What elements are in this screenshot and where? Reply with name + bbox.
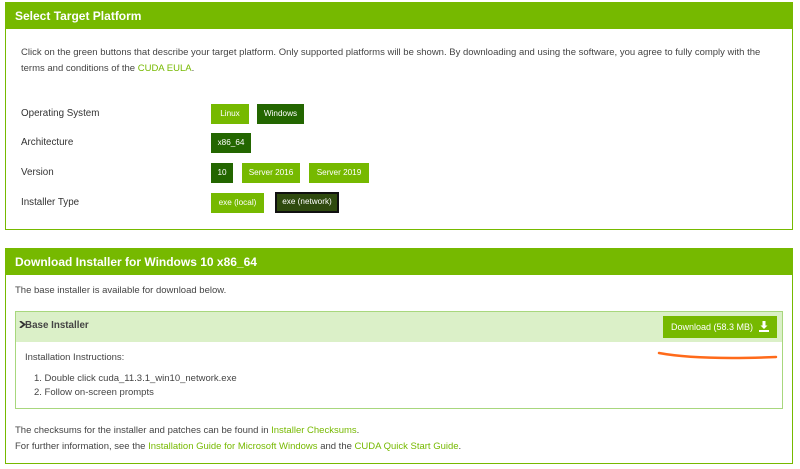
select-target-platform-panel: Select Target Platform Click on the gree… <box>5 2 793 230</box>
base-installer-header[interactable]: Base Installer Download (58.3 MB) <box>16 312 782 342</box>
instruction-list: 1. Double click cuda_11.3.1_win10_networ… <box>34 372 237 400</box>
instruction-step: 1. Double click cuda_11.3.1_win10_networ… <box>34 373 237 384</box>
platform-intro: Click on the green buttons that describe… <box>21 47 761 74</box>
version-label: Version <box>21 167 54 178</box>
os-option-windows[interactable]: Windows <box>257 104 304 124</box>
download-button[interactable]: Download (58.3 MB) <box>663 316 777 338</box>
version-option-server-2019[interactable]: Server 2019 <box>309 163 369 183</box>
version-option-10[interactable]: 10 <box>211 163 233 183</box>
installation-guide-link[interactable]: Installation Guide for Microsoft Windows <box>148 441 317 452</box>
further-info-line: For further information, see the Install… <box>15 441 462 452</box>
download-icon <box>759 321 769 332</box>
installer-type-label: Installer Type <box>21 197 80 208</box>
download-footer: The checksums for the installer and patc… <box>15 423 461 455</box>
arch-label: Architecture <box>21 137 74 148</box>
base-installer-title: Base Installer <box>25 320 89 331</box>
cuda-eula-link[interactable]: CUDA EULA <box>138 63 192 74</box>
quick-start-guide-link[interactable]: CUDA Quick Start Guide <box>355 441 459 452</box>
installer-option-exe-local[interactable]: exe (local) <box>211 193 264 213</box>
instruction-step: 2. Follow on-screen prompts <box>34 387 154 398</box>
download-button-label: Download (58.3 MB) <box>671 322 754 332</box>
annotation-underline <box>657 351 778 360</box>
download-title: Download Installer for Windows 10 x86_64 <box>6 249 792 275</box>
installer-option-exe-network[interactable]: exe (network) <box>275 192 339 213</box>
installer-checksums-link[interactable]: Installer Checksums <box>271 425 357 436</box>
download-intro: The base installer is available for down… <box>15 285 227 296</box>
installation-instructions-heading: Installation Instructions: <box>25 352 125 363</box>
os-label: Operating System <box>21 108 100 119</box>
checksums-line: The checksums for the installer and patc… <box>15 425 360 436</box>
panel-title: Select Target Platform <box>6 3 792 29</box>
os-option-linux[interactable]: Linux <box>211 104 249 124</box>
arch-option-x86_64[interactable]: x86_64 <box>211 133 251 153</box>
version-option-server-2016[interactable]: Server 2016 <box>242 163 300 183</box>
